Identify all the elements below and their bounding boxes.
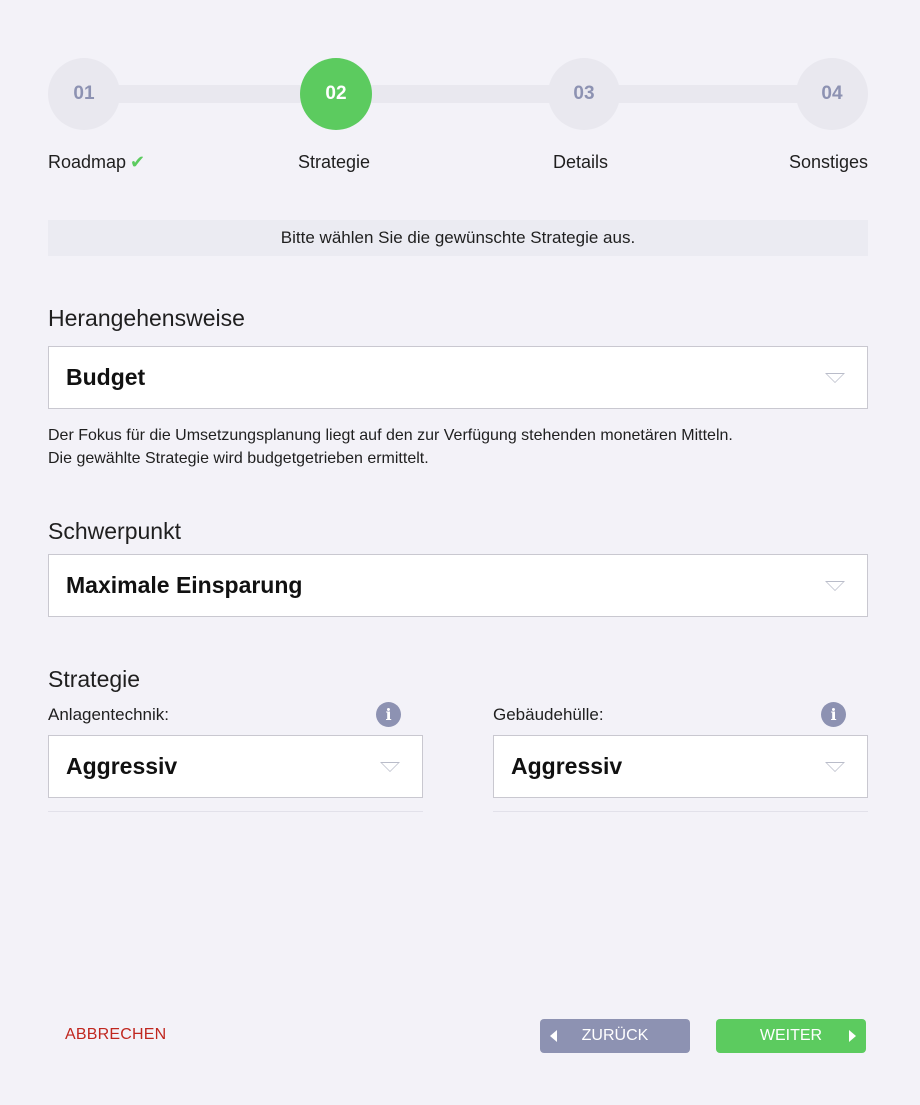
- system-tech-selected-value: Aggressiv: [66, 753, 178, 779]
- divider: [48, 811, 423, 812]
- back-button[interactable]: ZURÜCK: [540, 1019, 690, 1053]
- step-label-details: Details: [553, 152, 609, 172]
- step-number: 04: [821, 83, 843, 104]
- chevron-down-icon: [380, 761, 400, 772]
- approach-selected-value: Budget: [66, 364, 146, 390]
- building-envelope-select[interactable]: Aggressiv: [493, 735, 868, 798]
- step-4-sonstiges[interactable]: 04: [796, 58, 868, 130]
- step-number: 01: [73, 83, 95, 104]
- progress-stepper: 01 02 03 04 Roadmap ✔ Strategie Details S…: [48, 58, 868, 178]
- building-envelope-selected-value: Aggressiv: [511, 753, 623, 779]
- chevron-down-icon: [825, 372, 845, 383]
- next-button-label: WEITER: [759, 1027, 823, 1044]
- focus-title: Schwerpunkt: [48, 518, 181, 544]
- step-3-details[interactable]: 03: [548, 58, 620, 130]
- step-number: 02: [325, 83, 347, 104]
- strategy-title: Strategie: [48, 666, 141, 692]
- approach-description: Der Fokus für die Umsetzungsplanung lieg…: [48, 424, 878, 470]
- step-label-text: Roadmap: [48, 152, 127, 172]
- divider: [493, 811, 868, 812]
- system-tech-select[interactable]: Aggressiv: [48, 735, 423, 798]
- chevron-down-icon: [825, 761, 845, 772]
- step-label-roadmap: Roadmap ✔: [48, 152, 145, 173]
- chevron-down-icon: [825, 580, 845, 591]
- system-tech-label: Anlagentechnik:: [48, 705, 169, 724]
- building-envelope-label: Gebäudehülle:: [493, 705, 604, 724]
- cancel-link[interactable]: ABBRECHEN: [65, 1026, 166, 1044]
- info-icon[interactable]: i: [376, 702, 401, 727]
- approach-title: Herangehensweise: [48, 305, 245, 331]
- step-1-roadmap[interactable]: 01: [48, 58, 120, 130]
- focus-selected-value: Maximale Einsparung: [66, 572, 303, 598]
- step-number: 03: [573, 83, 595, 104]
- arrow-right-icon: [849, 1030, 856, 1042]
- stepper-track: [84, 85, 832, 103]
- step-label-strategie: Strategie: [298, 152, 371, 172]
- approach-description-line2: Die gewählte Strategie wird budgetgetrie…: [48, 450, 429, 467]
- next-button[interactable]: WEITER: [716, 1019, 866, 1053]
- arrow-left-icon: [550, 1030, 557, 1042]
- back-button-label: ZURÜCK: [581, 1027, 649, 1044]
- step-2-strategie[interactable]: 02: [300, 58, 372, 130]
- check-icon: ✔: [130, 152, 146, 172]
- approach-description-line1: Der Fokus für die Umsetzungsplanung lieg…: [48, 427, 733, 444]
- info-icon[interactable]: i: [821, 702, 846, 727]
- approach-select[interactable]: Budget: [48, 346, 868, 409]
- focus-select[interactable]: Maximale Einsparung: [48, 554, 868, 617]
- instruction-banner: Bitte wählen Sie die gewünschte Strategi…: [48, 220, 868, 256]
- step-label-sonstiges: Sonstiges: [788, 152, 868, 172]
